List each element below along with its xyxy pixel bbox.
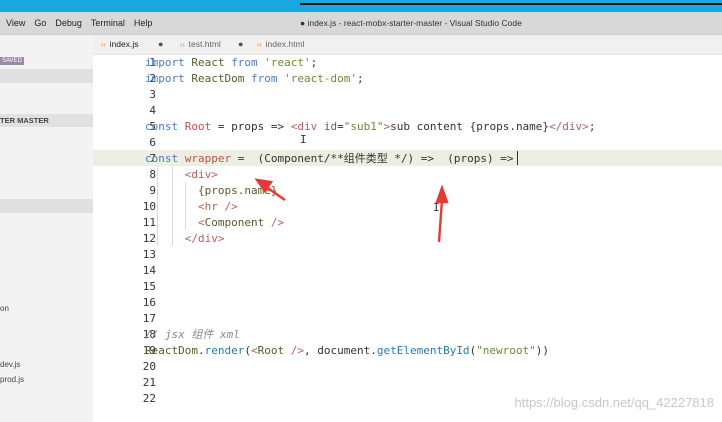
sidebar-item-prod-js[interactable]: prod.js xyxy=(0,375,24,384)
sidebar-section-header[interactable]: TER MASTER xyxy=(0,114,93,127)
unsaved-dot-icon[interactable]: ● xyxy=(158,35,163,54)
tab-test-html[interactable]: ‹› test.html xyxy=(180,35,221,54)
tab-index-js[interactable]: ‹› index.js xyxy=(101,35,139,54)
js-icon: ‹› xyxy=(101,42,106,49)
menu-view[interactable]: View xyxy=(6,18,25,28)
window-title: ● index.js - react-mobx-starter-master -… xyxy=(300,18,522,28)
tab-test-html-label: test.html xyxy=(188,39,221,49)
saved-badge: SAVED xyxy=(0,57,24,65)
title-bar: View Go Debug Terminal Help ● index.js -… xyxy=(0,12,722,35)
html-icon: ‹› xyxy=(257,42,262,49)
menu-terminal[interactable]: Terminal xyxy=(91,18,125,28)
sidebar-item-dev-js[interactable]: dev.js xyxy=(0,360,20,369)
unsaved-dot-icon[interactable]: ● xyxy=(238,35,243,54)
sidebar-selected-item[interactable] xyxy=(0,69,93,83)
code-editor[interactable]: 1 2 3 4 5 6 7 8 9 10 11 12 13 14 15 16 1… xyxy=(93,55,722,422)
tab-bar: ‹› index.js ● ‹› test.html ● ‹› index.html xyxy=(93,35,722,55)
menu-debug[interactable]: Debug xyxy=(55,18,82,28)
top-black-bar xyxy=(300,3,722,5)
red-arrow-head xyxy=(435,184,449,204)
sidebar-item-on[interactable]: on xyxy=(0,304,9,313)
red-arrow-icon xyxy=(254,178,286,201)
tab-index-html[interactable]: ‹› index.html xyxy=(257,35,304,54)
tab-index-js-label: index.js xyxy=(109,39,139,49)
menu-go[interactable]: Go xyxy=(34,18,46,28)
red-arrow-line xyxy=(437,199,444,243)
red-arrow-icon xyxy=(435,184,449,243)
html-icon: ‹› xyxy=(180,42,185,49)
top-strip xyxy=(0,0,722,12)
sidebar-selected-item-2[interactable] xyxy=(0,199,93,213)
menu-help[interactable]: Help xyxy=(134,18,153,28)
watermark: https://blog.csdn.net/qq_42227818 xyxy=(514,395,715,410)
sidebar: SAVED TER MASTER on dev.js prod.js xyxy=(0,35,94,422)
tab-index-html-label: index.html xyxy=(265,39,305,49)
annotation-arrows xyxy=(254,178,449,243)
